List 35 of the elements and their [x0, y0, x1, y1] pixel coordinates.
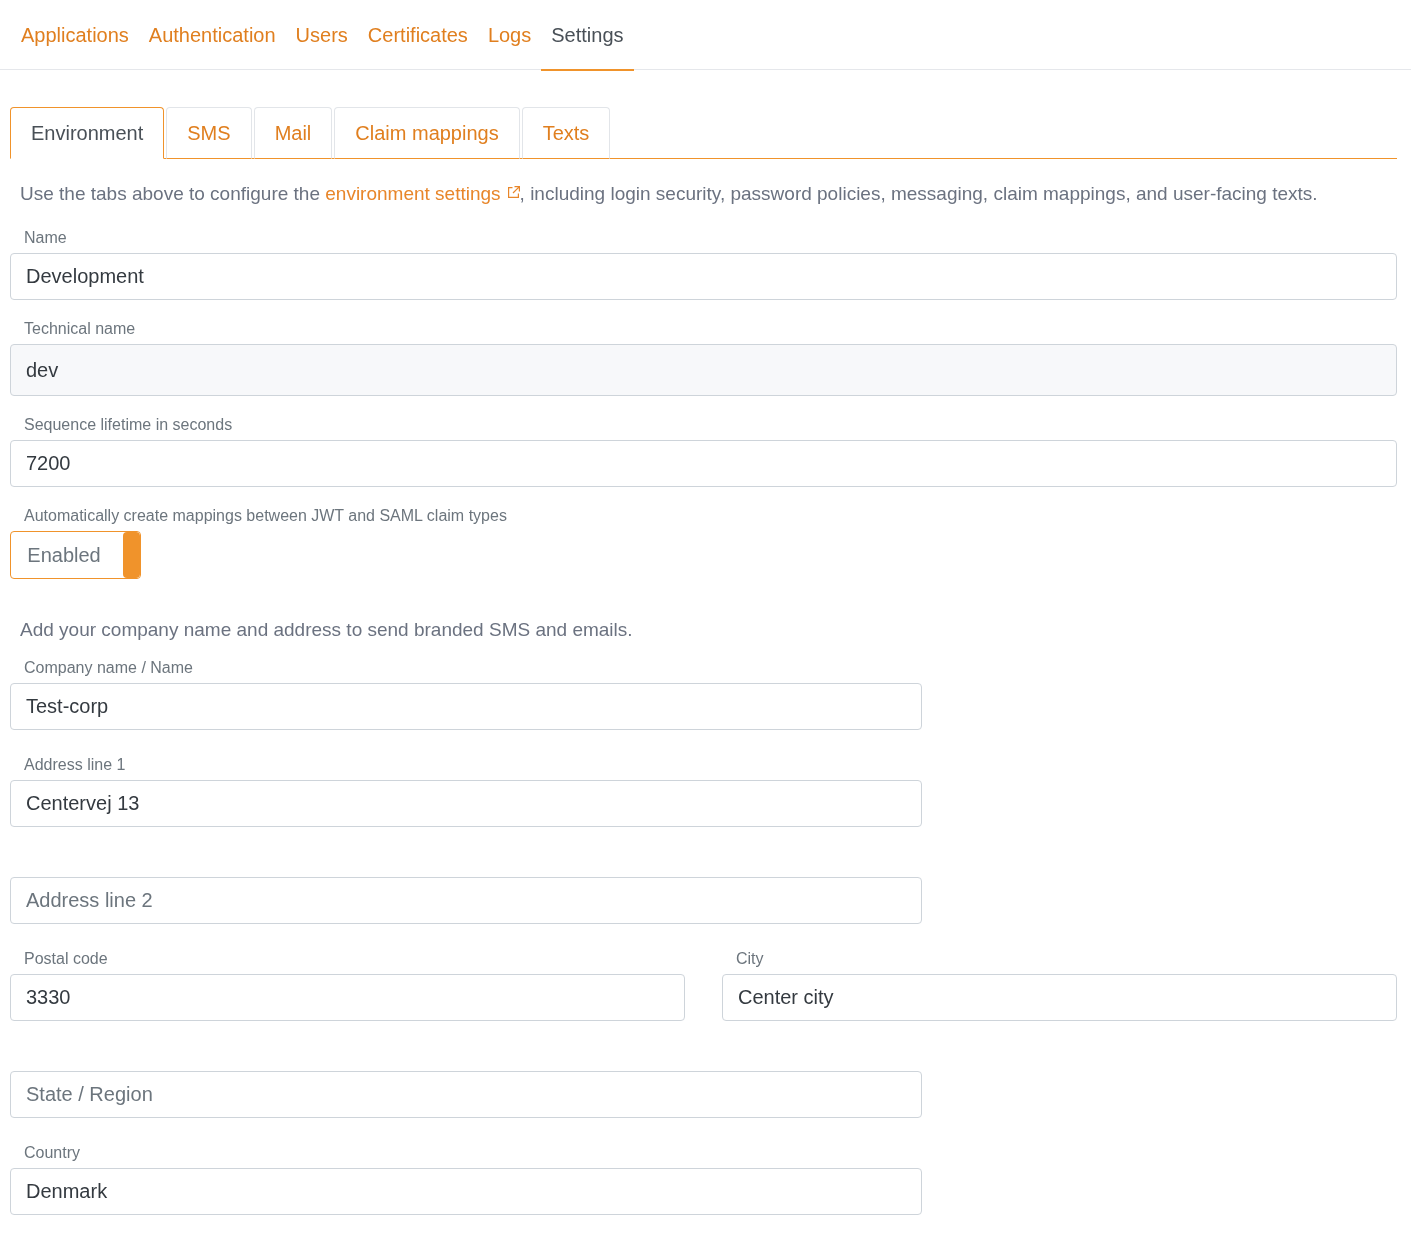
- input-field[interactable]: Address line 2: [10, 877, 922, 924]
- input-field[interactable]: Center city: [722, 974, 1397, 1021]
- input-field[interactable]: Centervej 13: [10, 780, 922, 827]
- input-field[interactable]: Test-corp: [10, 683, 922, 730]
- nav-link[interactable]: Authentication: [138, 0, 286, 71]
- field-label: City: [735, 949, 765, 969]
- section-description: Add your company name and address to send branded SMS and emails.: [19, 618, 634, 642]
- toggle-switch[interactable]: Enabled: [10, 531, 141, 579]
- external-link-icon: [506, 186, 520, 199]
- field-label: Company name / Name: [23, 658, 194, 678]
- toggle-knob-icon: [123, 532, 140, 578]
- tab[interactable]: Claim mappings: [334, 107, 520, 159]
- field-label: Country: [23, 1143, 82, 1163]
- field-label: Name: [23, 228, 68, 248]
- nav-link[interactable]: Logs: [477, 0, 542, 71]
- field-label: Sequence lifetime in seconds: [23, 415, 234, 435]
- tab[interactable]: Texts: [521, 107, 611, 159]
- input-field[interactable]: 3330: [10, 974, 685, 1021]
- field-label: Automatically create mappings between JWT and SAML claim types: [23, 506, 508, 526]
- input-field[interactable]: Development: [10, 253, 1397, 300]
- input-field[interactable]: 7200: [10, 440, 1397, 487]
- nav-link[interactable]: Applications: [11, 0, 139, 71]
- input-field[interactable]: Denmark: [10, 1168, 922, 1215]
- nav-link[interactable]: Settings: [541, 0, 634, 71]
- environment-settings-link[interactable]: environment settings: [325, 183, 520, 204]
- intro-text: Use the tabs above to configure the environment settings , including login security, password policies, messaging, claim mappings, and user-facing texts.: [19, 182, 1319, 206]
- tab[interactable]: Environment: [10, 107, 165, 159]
- tab[interactable]: SMS: [166, 107, 252, 159]
- field-label: Address line 1: [23, 755, 127, 775]
- input-field[interactable]: State / Region: [10, 1071, 922, 1118]
- nav-link[interactable]: Certificates: [357, 0, 478, 71]
- field-label: Technical name: [23, 319, 137, 339]
- tab[interactable]: Mail: [253, 107, 333, 159]
- field-label: Postal code: [23, 949, 109, 969]
- nav-link[interactable]: Users: [285, 0, 358, 71]
